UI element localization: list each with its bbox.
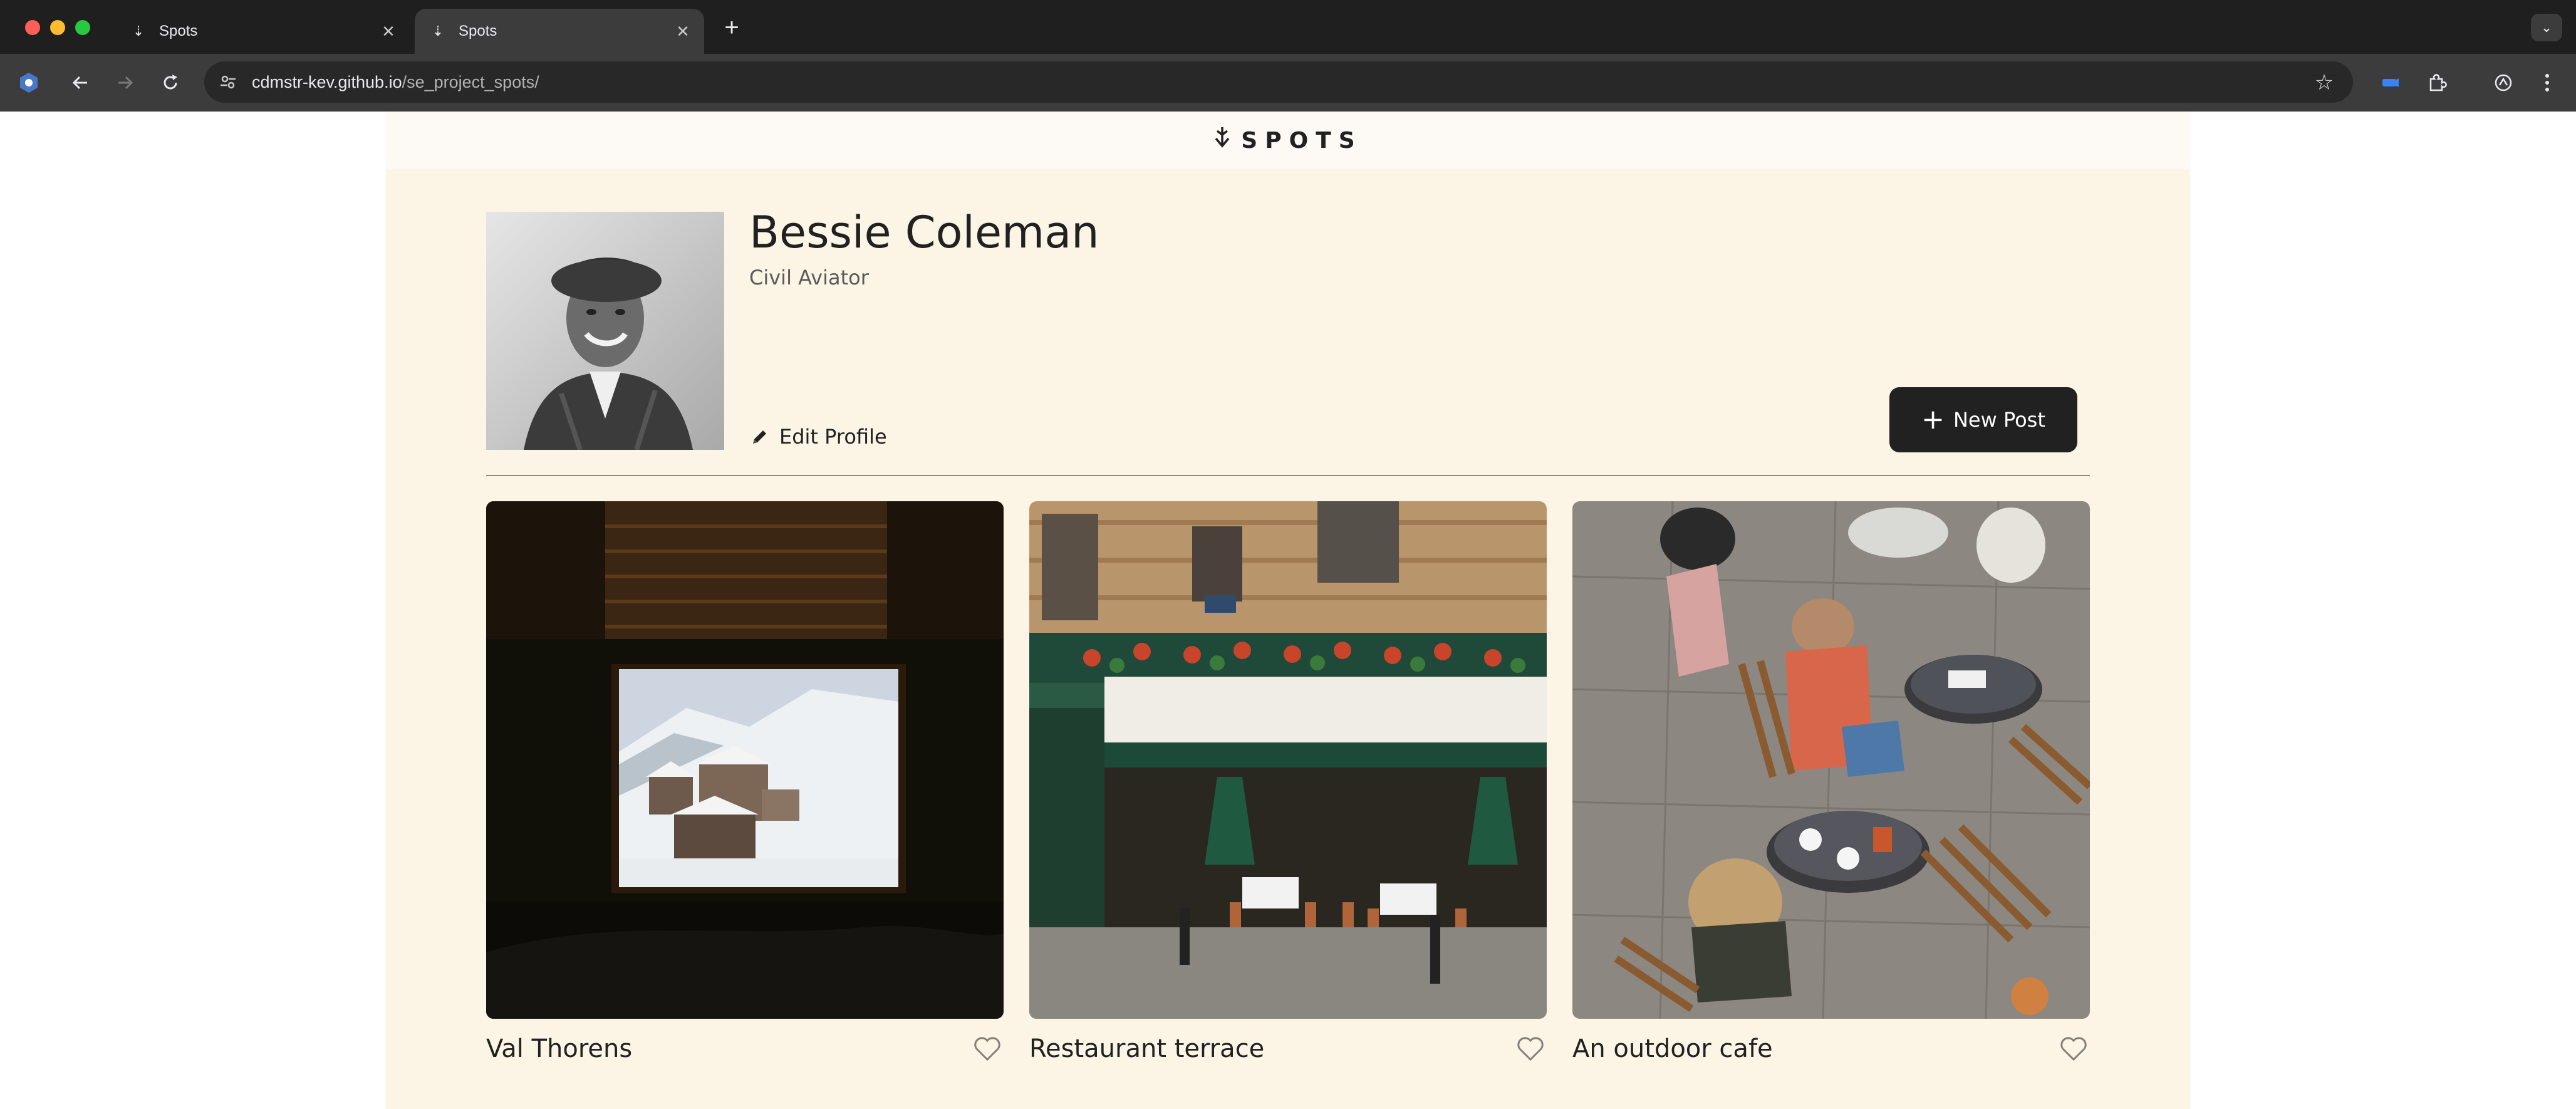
close-window-button[interactable]: [25, 20, 40, 35]
heart-icon[interactable]: [1514, 1033, 1547, 1065]
spots-logo-icon: [1213, 126, 1231, 155]
minimize-window-button[interactable]: [50, 20, 65, 35]
profile-divider: [486, 475, 2090, 476]
spots-logo[interactable]: SPOTS: [1213, 126, 1362, 155]
card: Restaurant terrace: [1029, 501, 1547, 1063]
browser-tab-2[interactable]: ⇣ Spots ✕: [415, 9, 704, 54]
heart-icon[interactable]: [2057, 1033, 2090, 1065]
extensions-puzzle-icon[interactable]: [2423, 69, 2451, 96]
site-settings-icon[interactable]: [216, 70, 241, 95]
card-image[interactable]: [486, 501, 1004, 1019]
browser-toolbar: cdmstr-kev.github.io/se_project_spots/ ☆: [0, 54, 2576, 112]
maximize-window-button[interactable]: [75, 20, 90, 35]
profile-name: Bessie Coleman: [749, 207, 1099, 258]
card-caption: Val Thorens: [486, 1031, 1004, 1066]
forward-arrow-icon[interactable]: [112, 69, 139, 96]
profile-hexagon-icon[interactable]: [15, 69, 43, 96]
card-caption: An outdoor cafe: [1572, 1031, 2090, 1066]
card: Val Thorens: [486, 501, 1004, 1063]
cards-grid: Val Thorens Restaurant terrace An outdoo…: [486, 501, 2090, 1078]
main-content: Bessie Coleman Civil Aviator Edit Profil…: [386, 169, 2190, 1109]
back-arrow-icon[interactable]: [66, 69, 94, 96]
card-caption: Restaurant terrace: [1029, 1031, 1547, 1066]
tab-title: Spots: [459, 23, 497, 39]
tab-search-button[interactable]: ⌄: [2531, 14, 2562, 41]
card-image[interactable]: [1572, 501, 2090, 1019]
profile-section: Bessie Coleman Civil Aviator Edit Profil…: [486, 207, 2090, 452]
address-bar[interactable]: cdmstr-kev.github.io/se_project_spots/ ☆: [204, 61, 2353, 103]
site-header: SPOTS: [386, 112, 2190, 169]
tab-strip: ⇣ Spots ✕ ⇣ Spots ✕ + ⌄: [0, 0, 2576, 54]
logo-text: SPOTS: [1241, 127, 1363, 154]
plus-icon: +: [1921, 404, 1945, 435]
spots-logo-icon: ⇣: [432, 23, 444, 39]
close-tab-icon[interactable]: ✕: [376, 19, 401, 44]
card: An outdoor cafe: [1572, 501, 2090, 1063]
edit-profile-button[interactable]: Edit Profile: [749, 425, 887, 449]
menu-kebab-icon[interactable]: [2533, 69, 2561, 96]
url-domain: cdmstr-kev.github.io: [252, 72, 402, 91]
profile-description: Civil Aviator: [749, 266, 869, 289]
bookmark-star-icon[interactable]: ☆: [2310, 69, 2338, 96]
page-viewport: SPOTS Bessie Coleman Civil Aviator Edit …: [0, 112, 2576, 1109]
extension-blue-icon[interactable]: [2377, 69, 2404, 96]
reload-icon[interactable]: [157, 69, 184, 96]
spots-logo-icon: ⇣: [132, 23, 145, 39]
url-text: cdmstr-kev.github.io/se_project_spots/: [252, 73, 539, 92]
new-tab-button[interactable]: +: [719, 15, 744, 41]
new-post-label: New Post: [1953, 408, 2045, 432]
profile-avatar: [486, 212, 724, 450]
card-title: Val Thorens: [486, 1034, 633, 1063]
pencil-icon: [749, 426, 771, 447]
close-tab-icon[interactable]: ✕: [670, 19, 695, 44]
card-title: An outdoor cafe: [1572, 1034, 1773, 1063]
url-path: /se_project_spots/: [402, 72, 539, 91]
browser-tab-1[interactable]: ⇣ Spots ✕: [115, 9, 410, 54]
new-post-button[interactable]: + New Post: [1889, 387, 2077, 452]
heart-icon[interactable]: [971, 1033, 1004, 1065]
tab-title: Spots: [159, 23, 198, 39]
card-image[interactable]: [1029, 501, 1547, 1019]
card-title: Restaurant terrace: [1029, 1034, 1265, 1063]
browser-chrome: ⇣ Spots ✕ ⇣ Spots ✕ + ⌄ cdmstr-kev.githu…: [0, 0, 2576, 112]
performance-icon[interactable]: [2490, 69, 2517, 96]
edit-profile-label: Edit Profile: [779, 425, 887, 449]
